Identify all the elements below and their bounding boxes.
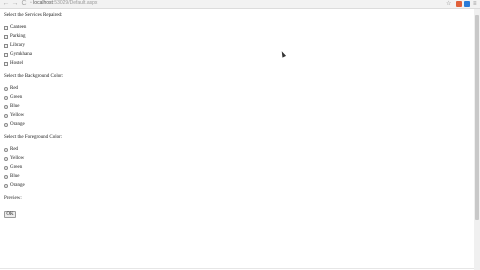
radio-button[interactable] bbox=[4, 122, 8, 127]
background-option[interactable]: Blue bbox=[4, 102, 63, 111]
foreground-option[interactable]: Yellow bbox=[4, 154, 63, 163]
vertical-scrollbar[interactable] bbox=[474, 9, 480, 270]
background-option[interactable]: Green bbox=[4, 93, 63, 102]
star-icon[interactable]: ☆ bbox=[446, 0, 451, 8]
radio-button[interactable] bbox=[4, 86, 8, 91]
address-bar[interactable]: ▫ localhost:53029/Default.aspx bbox=[30, 0, 430, 7]
radio-button[interactable] bbox=[4, 104, 8, 109]
extension-icon[interactable] bbox=[456, 1, 462, 7]
browser-toolbar: ← → C ▫ localhost:53029/Default.aspx ☆ ≡ bbox=[0, 0, 480, 9]
divider bbox=[0, 268, 474, 269]
foreground-option[interactable]: Orange bbox=[4, 181, 63, 190]
service-option[interactable]: Parking bbox=[4, 32, 63, 41]
forward-button[interactable]: → bbox=[11, 0, 19, 8]
service-option[interactable]: Library bbox=[4, 41, 63, 50]
ok-button[interactable]: OK bbox=[4, 211, 16, 218]
checkbox[interactable] bbox=[4, 34, 8, 39]
checkbox[interactable] bbox=[4, 52, 8, 57]
service-option[interactable]: Canteen bbox=[4, 23, 63, 32]
extension-icon-2[interactable] bbox=[464, 1, 470, 7]
radio-button[interactable] bbox=[4, 113, 8, 118]
menu-icon[interactable]: ≡ bbox=[473, 0, 477, 8]
foreground-option[interactable]: Green bbox=[4, 163, 63, 172]
radio-button[interactable] bbox=[4, 183, 8, 188]
service-option[interactable]: Hostel bbox=[4, 59, 63, 68]
back-button[interactable]: ← bbox=[2, 0, 10, 8]
checkbox[interactable] bbox=[4, 61, 8, 66]
form-content: Select the Services Repaired: Canteen Pa… bbox=[4, 12, 63, 218]
radio-button[interactable] bbox=[4, 156, 8, 161]
background-option[interactable]: Yellow bbox=[4, 111, 63, 120]
background-option[interactable]: Orange bbox=[4, 120, 63, 129]
foreground-option[interactable]: Red bbox=[4, 145, 63, 154]
radio-button[interactable] bbox=[4, 147, 8, 152]
services-label: Select the Services Repaired: bbox=[4, 13, 63, 18]
reload-button[interactable]: C bbox=[20, 0, 28, 8]
preview-label: Preview: bbox=[4, 196, 22, 201]
foreground-option[interactable]: Blue bbox=[4, 172, 63, 181]
background-option[interactable]: Red bbox=[4, 84, 63, 93]
radio-button[interactable] bbox=[4, 174, 8, 179]
scrollbar-thumb[interactable] bbox=[475, 15, 479, 220]
foreground-color-label: Select the Foreground Color: bbox=[4, 135, 63, 140]
url-path: :53029/Default.aspx bbox=[52, 0, 98, 6]
checkbox[interactable] bbox=[4, 43, 8, 48]
mouse-cursor-icon bbox=[279, 50, 287, 58]
checkbox[interactable] bbox=[4, 25, 8, 30]
radio-button[interactable] bbox=[4, 95, 8, 100]
background-color-label: Select the Background Color: bbox=[4, 74, 64, 79]
service-option[interactable]: Gymkhana bbox=[4, 50, 63, 59]
url-host: localhost bbox=[33, 0, 53, 6]
radio-button[interactable] bbox=[4, 165, 8, 170]
